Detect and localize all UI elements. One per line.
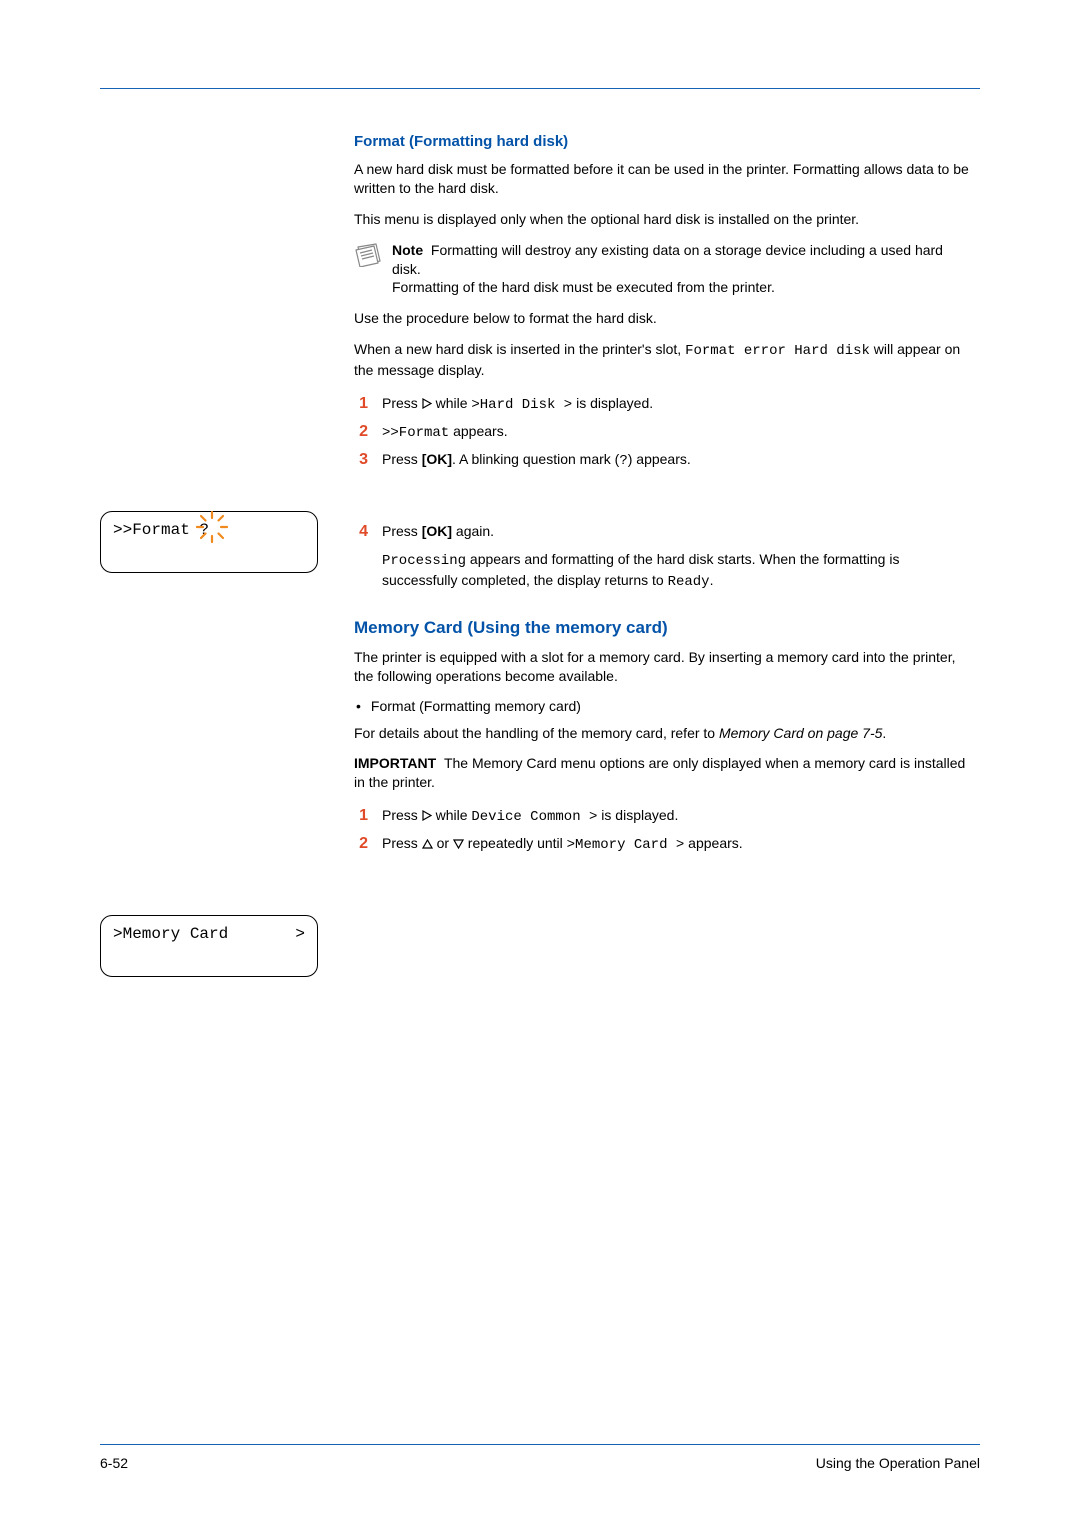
left-column: >>Format ? bbox=[100, 133, 330, 862]
para: Use the procedure below to format the ha… bbox=[354, 309, 972, 328]
ordered-list: 1 Press while Device Common > is display… bbox=[354, 804, 972, 856]
bullet-item: • Format (Formatting memory card) bbox=[356, 698, 972, 714]
note-block: Note Formatting will destroy any existin… bbox=[354, 241, 972, 298]
para: When a new hard disk is inserted in the … bbox=[354, 340, 972, 380]
code: Processing bbox=[382, 553, 466, 569]
content: >>Format ? bbox=[100, 133, 980, 862]
step-number: 2 bbox=[354, 832, 368, 856]
code: >>Format bbox=[382, 425, 449, 441]
lcd-text-right: > bbox=[295, 926, 305, 942]
bullet-dot: • bbox=[356, 698, 361, 714]
lcd-display-memory-card: >Memory Card > bbox=[100, 915, 318, 977]
bullet-text: Format (Formatting memory card) bbox=[371, 698, 581, 714]
top-rule bbox=[100, 88, 980, 89]
footer-title: Using the Operation Panel bbox=[816, 1455, 980, 1471]
important-label: IMPORTANT bbox=[354, 755, 436, 771]
footer-rule bbox=[100, 1444, 980, 1445]
ordered-list: 4 Press [OK] again. Processing appears a… bbox=[354, 520, 972, 600]
step-number: 1 bbox=[354, 804, 368, 828]
para: A new hard disk must be formatted before… bbox=[354, 160, 972, 198]
triangle-right-icon bbox=[422, 810, 432, 821]
list-item: 4 Press [OK] again. Processing appears a… bbox=[354, 520, 972, 600]
code: Ready bbox=[668, 574, 710, 590]
note-body: Formatting of the hard disk must be exec… bbox=[392, 279, 775, 295]
triangle-up-icon bbox=[422, 839, 433, 849]
step-number: 2 bbox=[354, 420, 368, 444]
list-item: 1 Press while >Hard Disk > is displayed. bbox=[354, 392, 972, 416]
right-column: Format (Formatting hard disk) A new hard… bbox=[354, 133, 980, 862]
triangle-right-icon bbox=[422, 398, 432, 409]
code: >Hard Disk > bbox=[471, 397, 572, 413]
list-item: 2 >>Format appears. bbox=[354, 420, 972, 444]
reference: Memory Card on page 7-5 bbox=[719, 725, 882, 741]
important-body: The Memory Card menu options are only di… bbox=[354, 755, 965, 790]
note-text: Note Formatting will destroy any existin… bbox=[392, 241, 972, 298]
important-block: IMPORTANT The Memory Card menu options a… bbox=[354, 754, 972, 792]
page-number: 6-52 bbox=[100, 1455, 128, 1471]
note-label: Note bbox=[392, 242, 423, 258]
triangle-down-icon bbox=[453, 839, 464, 849]
list-item: 2 Press or repeatedly until >Memory Card… bbox=[354, 832, 972, 856]
ok-key: [OK] bbox=[422, 523, 452, 539]
lcd-text: >>Format ? bbox=[113, 521, 209, 539]
para: For details about the handling of the me… bbox=[354, 724, 972, 743]
code: Format error Hard disk bbox=[685, 343, 870, 359]
note-icon bbox=[354, 243, 382, 267]
step-number: 4 bbox=[354, 520, 368, 600]
step-sub: Processing appears and formatting of the… bbox=[382, 550, 972, 592]
heading-format: Format (Formatting hard disk) bbox=[354, 133, 972, 150]
note-body: Formatting will destroy any existing dat… bbox=[392, 242, 943, 277]
list-item: 3 Press [OK]. A blinking question mark (… bbox=[354, 448, 972, 472]
ok-key: [OK] bbox=[422, 451, 452, 467]
para: This menu is displayed only when the opt… bbox=[354, 210, 972, 229]
heading-memory-card: Memory Card (Using the memory card) bbox=[354, 618, 972, 638]
code: ? bbox=[619, 453, 627, 469]
ordered-list: 1 Press while >Hard Disk > is displayed.… bbox=[354, 392, 972, 472]
step-number: 3 bbox=[354, 448, 368, 472]
code: >Memory Card > bbox=[567, 837, 685, 853]
footer: 6-52 Using the Operation Panel bbox=[100, 1444, 980, 1471]
lcd-display-format: >>Format ? bbox=[100, 511, 318, 573]
step-number: 1 bbox=[354, 392, 368, 416]
list-item: 1 Press while Device Common > is display… bbox=[354, 804, 972, 828]
code: Device Common > bbox=[471, 809, 597, 825]
lcd-text-left: >Memory Card bbox=[113, 926, 228, 942]
para: The printer is equipped with a slot for … bbox=[354, 648, 972, 686]
